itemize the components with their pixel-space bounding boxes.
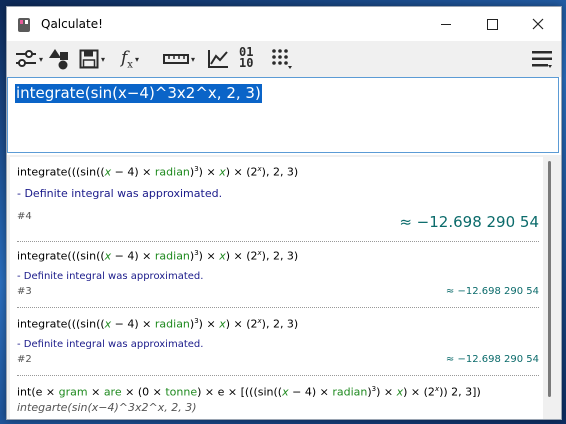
history-index: #4: [17, 211, 32, 222]
history-note: - Definite integral was approximated.: [17, 270, 204, 282]
maximize-button[interactable]: [469, 7, 515, 41]
save-icon: [79, 49, 99, 69]
main-menu-button[interactable]: [531, 47, 553, 71]
units-button[interactable]: ▾: [163, 47, 195, 71]
history-expression: integrate(((sin((x − 4) × radian)3) × x)…: [17, 317, 299, 331]
history-panel: integrate(((sin((x − 4) × radian)3) × x)…: [7, 155, 561, 419]
functions-button[interactable]: fx ▾: [121, 47, 139, 71]
history-expression: integrate(((sin((x − 4) × radian)3) × x)…: [17, 165, 299, 179]
chevron-down-icon: ▾: [39, 54, 44, 64]
sliders-icon: [16, 50, 36, 67]
expression-input-text: integrate(sin(x−4)^3x2^x, 2, 3): [15, 84, 262, 103]
history-note: - Definite integral was approximated.: [17, 186, 223, 200]
history-entry[interactable]: integrate(((sin((x − 4) × radian)3) × x)…: [17, 165, 539, 237]
close-icon: [532, 18, 544, 30]
minimize-button[interactable]: [423, 7, 469, 41]
shapes-icon: [49, 49, 68, 70]
chevron-down-icon: ▾: [191, 54, 196, 64]
qalculate-app-icon: [18, 18, 30, 32]
chevron-down-icon: ▾: [134, 54, 139, 64]
history-list: integrate(((sin((x − 4) × radian)3) × x)…: [10, 157, 543, 419]
expression-input[interactable]: integrate(sin(x−4)^3x2^x, 2, 3): [7, 77, 559, 153]
history-note: - Definite integral was approximated.: [17, 338, 204, 350]
maximize-icon: [486, 18, 498, 30]
app-window: Qalculate! ▾ ▾ fx ▾ ▾ 01 10 integrate(si…: [6, 6, 562, 420]
history-index: #2: [17, 354, 32, 365]
history-original-input: integarte(sin(x−4)^3x2^x, 2, 3): [17, 401, 197, 414]
history-result[interactable]: ≈ −12.698 290 54: [399, 213, 539, 231]
history-separator: [17, 241, 539, 242]
plot-button[interactable]: [207, 47, 229, 71]
history-separator: [17, 375, 539, 376]
title-bar: Qalculate!: [7, 7, 561, 41]
function-icon: fx: [121, 47, 133, 71]
variables-button[interactable]: [47, 47, 71, 71]
plot-icon: [208, 50, 228, 68]
history-entry[interactable]: integrate(((sin((x − 4) × radian)3) × x)…: [17, 249, 539, 311]
menu-icon: [532, 51, 552, 68]
history-scrollbar[interactable]: [548, 161, 551, 397]
keypad-button[interactable]: [271, 47, 293, 71]
history-result[interactable]: ≈ −12.698 290 54: [446, 286, 539, 297]
history-index: #3: [17, 286, 32, 297]
keypad-icon: [272, 49, 292, 69]
minimize-icon: [441, 23, 451, 25]
binary-icon-bottom: 10: [239, 56, 254, 70]
window-title: Qalculate!: [41, 17, 103, 31]
ruler-icon: [163, 54, 189, 64]
history-separator: [17, 307, 539, 308]
save-button[interactable]: ▾: [79, 47, 105, 71]
history-entry[interactable]: integrate(((sin((x − 4) × radian)3) × x)…: [17, 317, 539, 379]
history-result[interactable]: ≈ −12.698 290 54: [446, 354, 539, 365]
close-button[interactable]: [515, 7, 561, 41]
toolbar: ▾ ▾ fx ▾ ▾ 01 10: [7, 41, 561, 77]
history-expression-partial[interactable]: int(e × gram × are × (0 × tonne) × e × […: [17, 385, 481, 399]
number-bases-button[interactable]: 01 10: [239, 46, 254, 71]
mode-button[interactable]: ▾: [15, 47, 43, 71]
chevron-down-icon: ▾: [101, 54, 106, 64]
history-expression: integrate(((sin((x − 4) × radian)3) × x)…: [17, 249, 299, 263]
